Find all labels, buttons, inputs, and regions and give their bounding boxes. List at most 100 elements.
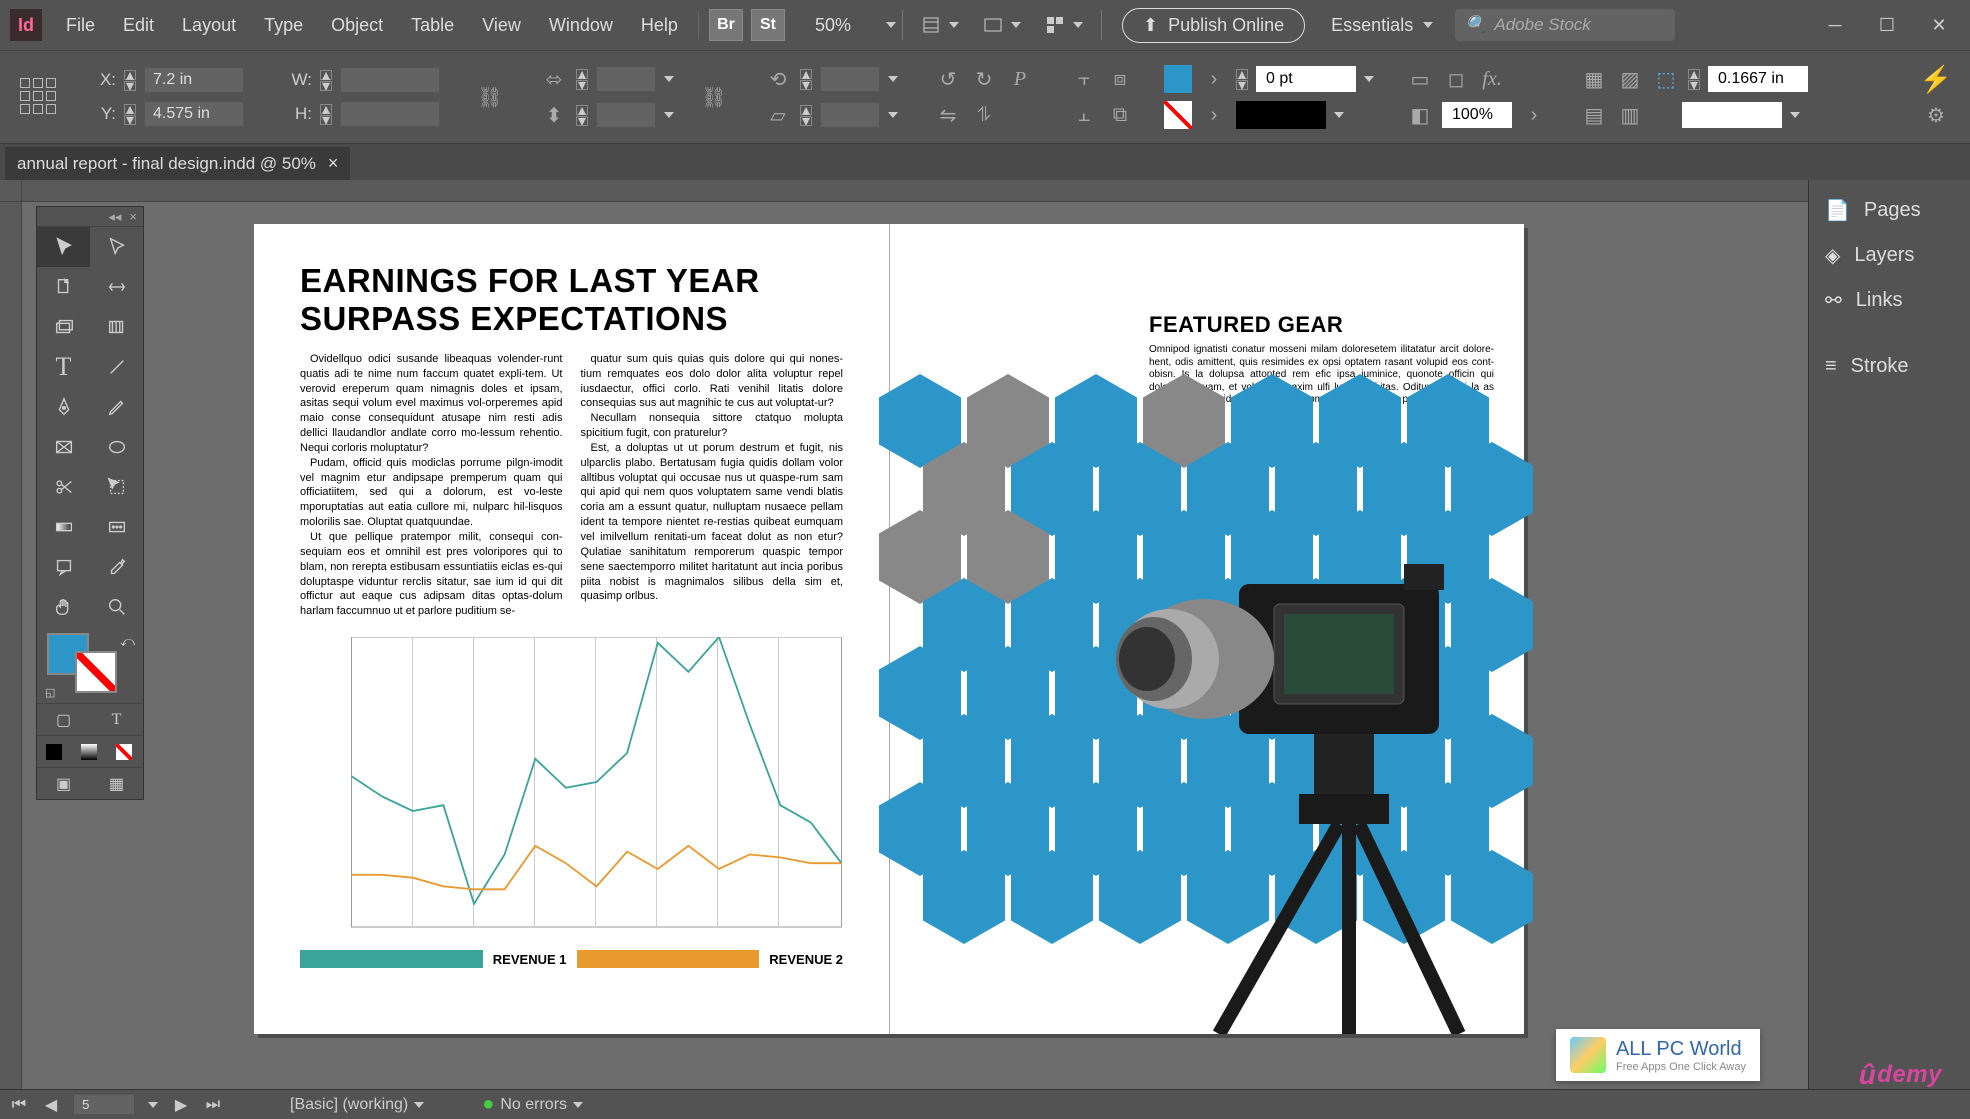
h-input[interactable] — [340, 101, 440, 127]
menu-window[interactable]: Window — [535, 15, 627, 36]
drop-shadow-icon[interactable]: ◧ — [1406, 101, 1434, 129]
quick-apply-icon[interactable]: ⚡ — [1922, 65, 1950, 93]
publish-online-button[interactable]: ⬆ Publish Online — [1122, 8, 1305, 43]
ellipse-tool[interactable] — [90, 427, 143, 467]
x-stepper[interactable]: ▴▾ — [124, 70, 136, 91]
fill-swatch[interactable] — [1164, 65, 1192, 93]
layers-panel-tab[interactable]: ◈ Layers — [1809, 233, 1970, 278]
menu-help[interactable]: Help — [627, 15, 692, 36]
swap-colors-icon[interactable]: ⤺ — [120, 633, 135, 650]
reference-point-grid[interactable] — [20, 78, 58, 116]
distribute-h-icon[interactable]: ⧈ — [1106, 65, 1134, 93]
menu-view[interactable]: View — [468, 15, 535, 36]
x-input[interactable] — [144, 67, 244, 93]
last-page-button[interactable]: ⏭ — [204, 1096, 222, 1114]
rectangle-frame-tool[interactable] — [37, 427, 90, 467]
opacity-more-icon[interactable]: › — [1520, 101, 1548, 129]
indent-input[interactable]: 0.1667 in — [1708, 66, 1808, 92]
menu-edit[interactable]: Edit — [109, 15, 168, 36]
arrange-dropdown[interactable] — [1045, 15, 1083, 35]
default-colors-icon[interactable]: ◱ — [45, 686, 55, 699]
text-wrap-jump-icon[interactable]: ▤ — [1580, 101, 1608, 129]
prev-page-button[interactable]: ◀ — [42, 1095, 60, 1115]
text-wrap-shape-icon[interactable]: ⬚ — [1652, 65, 1680, 93]
first-page-button[interactable]: ⏮ — [10, 1096, 28, 1114]
close-button[interactable]: ✕ — [1913, 7, 1965, 43]
opacity-input[interactable]: 100% — [1442, 102, 1512, 128]
workspace-dropdown[interactable]: Essentials — [1319, 9, 1445, 42]
y-input[interactable] — [144, 101, 244, 127]
menu-file[interactable]: File — [52, 15, 109, 36]
constrain-proportions-icon[interactable]: ⛓ — [476, 83, 504, 111]
w-input[interactable] — [340, 67, 440, 93]
zoom-tool[interactable] — [90, 587, 143, 627]
normal-view-icon[interactable]: ▣ — [37, 768, 90, 799]
rotate-cw-icon[interactable]: ↻ — [970, 65, 998, 93]
canvas[interactable]: EARNINGS FOR LAST YEAR SURPASS EXPECTATI… — [22, 202, 1970, 1089]
stroke-style[interactable] — [1236, 101, 1326, 129]
horizontal-ruler[interactable] — [22, 180, 1970, 202]
stock-button[interactable]: St — [751, 9, 785, 41]
eyedropper-tool[interactable] — [90, 547, 143, 587]
type-path-icon[interactable]: P — [1006, 65, 1034, 93]
w-stepper[interactable]: ▴▾ — [320, 70, 332, 91]
content-placer-tool[interactable] — [90, 307, 143, 347]
document-tab[interactable]: annual report - final design.indd @ 50% … — [5, 147, 350, 180]
close-icon[interactable]: × — [129, 209, 137, 224]
scissors-tool[interactable] — [37, 467, 90, 507]
free-transform-tool[interactable] — [90, 467, 143, 507]
rotate-ccw-icon[interactable]: ↺ — [934, 65, 962, 93]
preflight-preset-dropdown[interactable]: [Basic] (working) — [290, 1096, 424, 1114]
scale-y-input[interactable] — [596, 102, 656, 128]
fill-more-icon[interactable]: › — [1200, 65, 1228, 93]
note-tool[interactable] — [37, 547, 90, 587]
rotate-input[interactable] — [820, 66, 880, 92]
menu-table[interactable]: Table — [397, 15, 468, 36]
rotate-stepper[interactable]: ▴▾ — [800, 69, 812, 90]
zoom-select[interactable]: 50% — [797, 15, 896, 36]
shear-input[interactable] — [820, 102, 880, 128]
scale-x-input[interactable] — [596, 66, 656, 92]
scale-x-stepper[interactable]: ▴▾ — [576, 69, 588, 90]
distribute-v-icon[interactable]: ⧉ — [1106, 101, 1134, 129]
indent-stepper[interactable]: ▴▾ — [1688, 69, 1700, 90]
color-box[interactable] — [1682, 102, 1782, 128]
preview-view-icon[interactable]: ▦ — [90, 768, 143, 799]
ruler-origin[interactable] — [0, 180, 22, 202]
text-wrap-bound-icon[interactable]: ▨ — [1616, 65, 1644, 93]
stroke-color-swatch[interactable] — [75, 651, 117, 693]
direct-selection-tool[interactable] — [90, 227, 143, 267]
flip-h-icon[interactable]: ⇋ — [934, 101, 962, 129]
stroke-swatch[interactable] — [1164, 101, 1192, 129]
vertical-ruler[interactable] — [0, 202, 22, 1089]
formatting-text-icon[interactable]: T — [90, 704, 143, 735]
align-top-icon[interactable]: ⫟ — [1070, 65, 1098, 93]
maximize-button[interactable]: ☐ — [1861, 7, 1913, 43]
frame-icon[interactable]: ◻ — [1442, 65, 1470, 93]
text-wrap-next-icon[interactable]: ▥ — [1616, 101, 1644, 129]
gradient-feather-tool[interactable] — [90, 507, 143, 547]
adobe-stock-search[interactable]: 🔍 Adobe Stock — [1455, 9, 1675, 41]
pages-panel-tab[interactable]: 📄 Pages — [1809, 188, 1970, 233]
selection-tool[interactable] — [37, 227, 90, 267]
type-tool[interactable]: T — [37, 347, 90, 387]
next-page-button[interactable]: ▶ — [172, 1095, 190, 1115]
hand-tool[interactable] — [37, 587, 90, 627]
menu-type[interactable]: Type — [250, 15, 317, 36]
apply-color-icon[interactable] — [37, 736, 72, 767]
minimize-button[interactable]: ─ — [1809, 7, 1861, 43]
pen-tool[interactable] — [37, 387, 90, 427]
prefs-icon[interactable]: ⚙ — [1922, 101, 1950, 129]
line-tool[interactable] — [90, 347, 143, 387]
apply-gradient-icon[interactable] — [72, 736, 107, 767]
stroke-panel-tab[interactable]: ≡ Stroke — [1809, 345, 1970, 388]
formatting-container-icon[interactable]: ▢ — [37, 704, 90, 735]
rectangle-corner-icon[interactable]: ▭ — [1406, 65, 1434, 93]
gap-tool[interactable] — [90, 267, 143, 307]
content-collector-tool[interactable] — [37, 307, 90, 347]
link-icon[interactable]: ⛓ — [700, 83, 728, 111]
text-wrap-none-icon[interactable]: ▦ — [1580, 65, 1608, 93]
pencil-tool[interactable] — [90, 387, 143, 427]
view-options-dropdown[interactable] — [921, 15, 959, 35]
menu-layout[interactable]: Layout — [168, 15, 250, 36]
